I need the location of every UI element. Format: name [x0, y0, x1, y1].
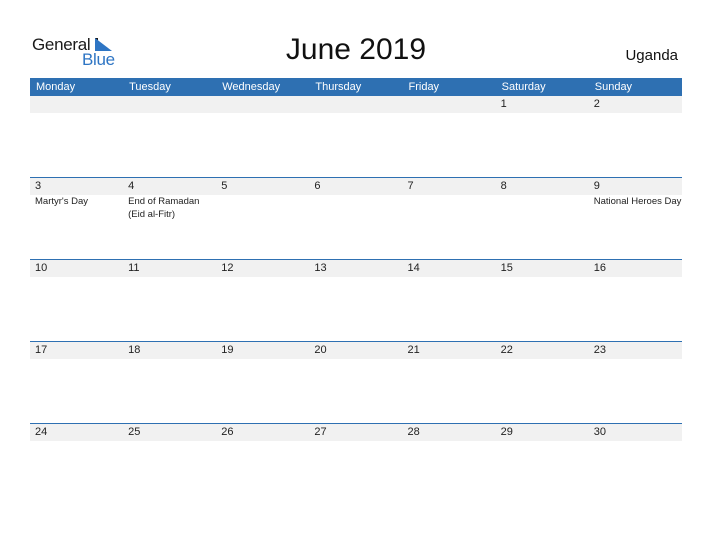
week-cells: 12: [30, 96, 682, 113]
day-cell: 8: [496, 178, 589, 221]
day-cell: [123, 96, 216, 113]
week-row: 12: [30, 96, 682, 177]
day-number: 19: [221, 344, 234, 356]
week-cells: 3 Martyr's Day 4 End of Ramadan (Eid al-Fit…: [30, 178, 682, 221]
day-number: 26: [221, 426, 234, 438]
day-cell: 2: [589, 96, 682, 113]
day-cell: 11: [123, 260, 216, 277]
day-number: 18: [128, 344, 141, 356]
week-cells: 17 18 19 20 21 22 23: [30, 342, 682, 359]
weekday-tuesday: Tuesday: [129, 81, 171, 93]
day-number: 7: [407, 180, 414, 192]
day-cell: 18: [123, 342, 216, 359]
day-number: 20: [314, 344, 327, 356]
day-number: 24: [35, 426, 48, 438]
day-number: 11: [128, 262, 140, 274]
week-row: 24 25 26 27 28 29 30: [30, 423, 682, 505]
weekday-thursday: Thursday: [315, 81, 362, 93]
weekday-sunday: Sunday: [594, 81, 633, 93]
day-cell: 3 Martyr's Day: [30, 178, 123, 221]
day-cell: 17: [30, 342, 123, 359]
day-cell: 1: [496, 96, 589, 113]
day-number: 29: [500, 426, 513, 438]
day-number: 16: [593, 262, 606, 274]
day-number: 6: [314, 180, 321, 192]
day-number: 28: [407, 426, 420, 438]
day-number: 22: [500, 344, 513, 356]
holiday-label: Martyr's Day: [35, 196, 89, 207]
day-cell: 26: [216, 424, 309, 441]
day-number: 14: [407, 262, 420, 274]
day-cell: 15: [496, 260, 589, 277]
day-cell: 20: [309, 342, 402, 359]
week-row: 3 Martyr's Day 4 End of Ramadan (Eid al-Fit…: [30, 177, 682, 259]
day-cell: 27: [309, 424, 402, 441]
day-cell: 9 National Heroes Day: [589, 178, 682, 221]
day-cell: 28: [403, 424, 496, 441]
day-cell: 30: [589, 424, 682, 441]
day-number: 3: [35, 180, 42, 192]
day-cell: 16: [589, 260, 682, 277]
holiday-label: End of Ramadan (Eid al-Fitr): [128, 196, 200, 220]
day-cell: 6: [309, 178, 402, 221]
holiday-label: National Heroes Day: [593, 196, 682, 207]
weekday-header: Monday Tuesday Wednesday Thursday Friday…: [30, 78, 682, 96]
day-number: 30: [593, 426, 606, 438]
day-number: [221, 96, 309, 113]
weekday-friday: Friday: [408, 81, 440, 93]
day-number: 17: [35, 344, 48, 356]
day-cell: 7: [403, 178, 496, 221]
day-cell: 22: [496, 342, 589, 359]
week-row: 10 11 12 13 14 15 16: [30, 259, 682, 341]
day-number: 4: [128, 180, 135, 192]
weekday-wednesday: Wednesday: [222, 81, 281, 93]
day-number: 2: [593, 98, 600, 110]
day-number: [314, 96, 402, 113]
day-number: 25: [128, 426, 141, 438]
day-number: 1: [500, 98, 507, 110]
day-cell: 13: [309, 260, 402, 277]
day-number: 12: [221, 262, 234, 274]
day-number: 5: [221, 180, 228, 192]
day-number: [128, 96, 216, 113]
day-cell: 12: [216, 260, 309, 277]
day-number: [408, 96, 496, 113]
day-number: 9: [593, 180, 600, 192]
day-cell: 10: [30, 260, 123, 277]
calendar-grid: 1 2 3 Martyr's Day 4 End of Ramadan (Eid al-F…: [30, 96, 682, 505]
calendar-title: June 2019: [285, 33, 427, 66]
day-number: 8: [500, 180, 507, 192]
day-cell: [30, 96, 123, 113]
week-row: 17 18 19 20 21 22 23: [30, 341, 682, 423]
day-cell: 23: [589, 342, 682, 359]
day-number: 27: [314, 426, 327, 438]
day-cell: 25: [123, 424, 216, 441]
day-number: 13: [314, 262, 327, 274]
day-cell: 21: [403, 342, 496, 359]
day-number: 15: [500, 262, 513, 274]
country-label: Uganda: [625, 47, 678, 64]
day-cell: [216, 96, 309, 113]
day-cell: 24: [30, 424, 123, 441]
day-cell: 19: [216, 342, 309, 359]
weekday-monday: Monday: [36, 81, 76, 93]
day-number: 23: [593, 344, 606, 356]
day-number: 21: [407, 344, 420, 356]
day-cell: 14: [403, 260, 496, 277]
day-number: 10: [35, 262, 48, 274]
week-cells: 24 25 26 27 28 29 30: [30, 424, 682, 441]
day-cell: [403, 96, 496, 113]
weekday-saturday: Saturday: [501, 81, 546, 93]
day-cell: [309, 96, 402, 113]
day-cell: 5: [216, 178, 309, 221]
day-cell: 4 End of Ramadan (Eid al-Fitr): [123, 178, 216, 221]
day-number: [35, 96, 123, 113]
week-cells: 10 11 12 13 14 15 16: [30, 260, 682, 277]
day-cell: 29: [496, 424, 589, 441]
